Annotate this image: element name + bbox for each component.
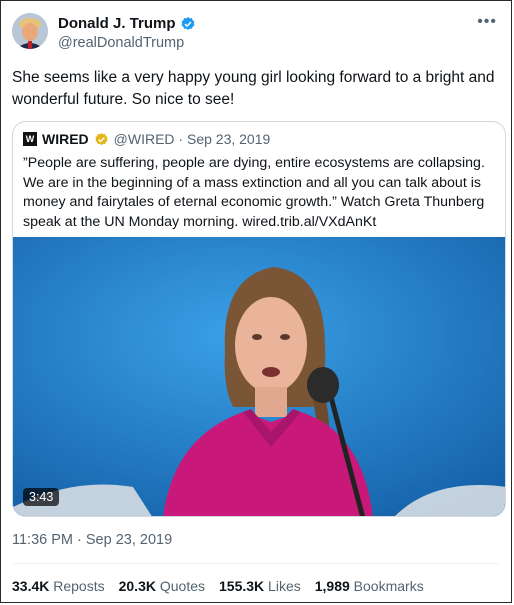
tweet-timestamp[interactable]: 11:36 PM · Sep 23, 2019 <box>12 532 172 548</box>
likes-count: 155.3K <box>219 578 265 594</box>
engagement-stats: 33.4K Reposts 20.3K Quotes 155.3K Likes … <box>12 578 424 594</box>
tweet-text: She seems like a very happy young girl l… <box>12 69 495 108</box>
tweet-card: Donald J. Trump @realDonaldTrump ••• She… <box>0 0 512 603</box>
divider <box>12 563 500 564</box>
video-duration: 3:43 <box>23 488 60 506</box>
bookmarks-label: Bookmarks <box>353 578 424 594</box>
avatar[interactable] <box>12 13 48 49</box>
wired-logo-icon: W <box>23 132 37 146</box>
likes-stat[interactable]: 155.3K Likes <box>219 578 301 594</box>
likes-label: Likes <box>268 578 301 594</box>
bookmarks-count: 1,989 <box>314 578 350 594</box>
quoted-tweet[interactable]: W WIRED @WIRED · Sep 23, 2019 ”People ar… <box>12 121 506 517</box>
quoted-handle-date[interactable]: @WIRED · Sep 23, 2019 <box>114 131 271 147</box>
reposts-count: 33.4K <box>12 578 50 594</box>
quotes-label: Quotes <box>159 578 205 594</box>
quotes-count: 20.3K <box>118 578 156 594</box>
bookmarks-stat[interactable]: 1,989 Bookmarks <box>315 578 424 594</box>
reposts-stat[interactable]: 33.4K Reposts <box>12 578 105 594</box>
author-handle[interactable]: @realDonaldTrump <box>58 35 184 51</box>
more-options-icon[interactable]: ••• <box>477 13 497 31</box>
video-player[interactable]: 3:43 <box>13 237 505 516</box>
quoted-text: ”People are suffering, people are dying,… <box>23 155 485 230</box>
avatar-image <box>12 13 48 49</box>
author-name[interactable]: Donald J. Trump <box>58 15 176 32</box>
quoted-header: W WIRED @WIRED · Sep 23, 2019 <box>23 131 270 147</box>
reposts-label: Reposts <box>53 578 105 594</box>
video-thumbnail <box>13 237 505 516</box>
verified-badge-icon <box>181 16 194 30</box>
author-name-row[interactable]: Donald J. Trump <box>58 15 196 32</box>
verified-gold-badge-icon <box>95 132 108 145</box>
quotes-stat[interactable]: 20.3K Quotes <box>119 578 205 594</box>
quoted-author-name[interactable]: WIRED <box>42 131 89 147</box>
